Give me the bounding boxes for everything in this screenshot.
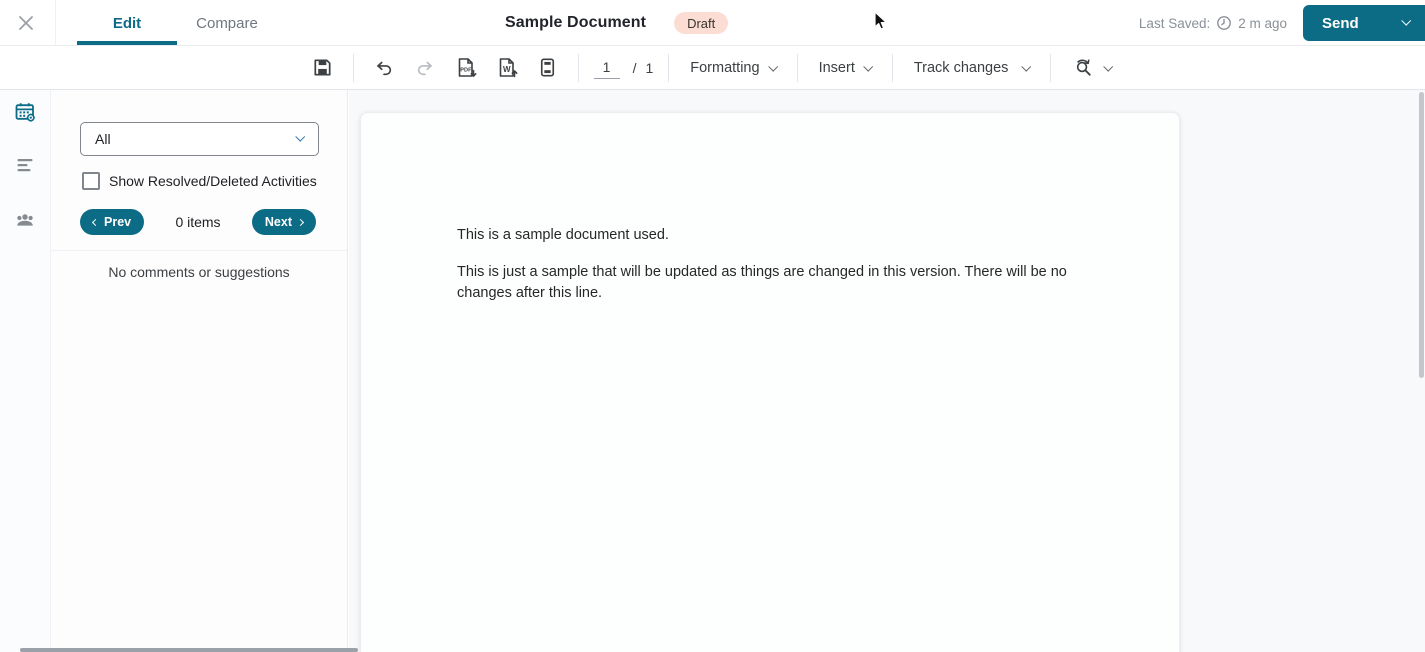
toolbar-separator xyxy=(1050,53,1052,82)
undo-icon xyxy=(376,61,391,75)
chevron-down-icon xyxy=(1401,15,1412,26)
undo-button[interactable] xyxy=(369,53,399,83)
empty-state-message: No comments or suggestions xyxy=(108,264,290,280)
show-resolved-label: Show Resolved/Deleted Activities xyxy=(109,173,317,189)
document-editor-app: Edit Compare Sample Document Draft Last … xyxy=(0,0,1425,652)
find-replace-icon xyxy=(1077,59,1092,76)
import-word-button[interactable]: W xyxy=(492,53,522,83)
activities-panel-button[interactable] xyxy=(13,100,37,124)
import-word-icon: W xyxy=(499,57,518,77)
export-pdf-button[interactable]: PDF xyxy=(451,53,481,83)
chevron-right-icon xyxy=(296,218,305,226)
document-canvas: This is a sample document used. This is … xyxy=(349,90,1425,652)
collaborators-panel-button[interactable] xyxy=(13,208,37,232)
svg-text:PDF: PDF xyxy=(460,67,472,73)
chevron-down-icon xyxy=(1103,61,1114,72)
toolbar-separator xyxy=(891,53,893,82)
chevron-left-icon xyxy=(91,218,100,226)
show-resolved-row: Show Resolved/Deleted Activities xyxy=(82,172,317,190)
document-paragraph: This is just a sample that will be updat… xyxy=(457,264,1067,301)
text-lines-icon xyxy=(17,159,33,172)
top-header: Edit Compare Sample Document Draft Last … xyxy=(0,0,1425,46)
page-divider: / xyxy=(632,59,637,76)
formatting-dropdown[interactable]: Formatting xyxy=(684,56,781,80)
track-changes-label: Track changes xyxy=(913,59,1009,76)
last-saved-label: Last Saved: xyxy=(1138,15,1211,31)
document-content: This is a sample document used. This is … xyxy=(361,113,1077,304)
toolbar-separator xyxy=(796,53,798,82)
activities-panel: All Show Resolved/Deleted Activities Pre… xyxy=(50,90,348,652)
page-count: /1 xyxy=(633,60,654,76)
find-replace-dropdown[interactable] xyxy=(1066,52,1117,83)
chevron-down-icon xyxy=(295,131,306,142)
close-icon xyxy=(19,16,33,30)
export-pdf-icon: PDF xyxy=(458,57,477,77)
header-divider xyxy=(55,0,56,46)
toolbar-separator xyxy=(352,53,354,82)
insert-label: Insert xyxy=(818,59,855,76)
vertical-scrollbar-thumb[interactable] xyxy=(1419,92,1424,378)
save-button[interactable] xyxy=(308,53,338,83)
items-count: 0 items xyxy=(175,214,221,230)
chevron-down-icon xyxy=(1021,61,1032,72)
redo-icon xyxy=(417,61,432,75)
activity-filter-value: All xyxy=(95,131,111,147)
send-button-label: Send xyxy=(1322,14,1359,32)
panel-divider xyxy=(51,250,347,251)
send-button[interactable]: Send xyxy=(1303,5,1425,41)
comments-panel-button[interactable] xyxy=(13,154,37,178)
last-saved-status: Last Saved: 2 m ago xyxy=(1139,0,1287,46)
tab-edit-label: Edit xyxy=(112,14,142,32)
chevron-down-icon xyxy=(767,61,778,72)
tab-compare[interactable]: Compare xyxy=(177,0,277,46)
page-total-value: 1 xyxy=(645,59,654,76)
next-button[interactable]: Next xyxy=(251,209,316,235)
page-view-button[interactable] xyxy=(533,53,563,83)
track-changes-dropdown[interactable]: Track changes xyxy=(908,56,1036,80)
redo-button[interactable] xyxy=(410,53,440,83)
show-resolved-checkbox[interactable] xyxy=(82,172,100,190)
tab-edit[interactable]: Edit xyxy=(77,0,177,46)
active-tab-indicator xyxy=(77,41,177,45)
page-title: Sample Document xyxy=(505,14,647,31)
next-button-label: Next xyxy=(264,215,292,229)
people-group-icon xyxy=(17,214,33,226)
status-badge: Draft xyxy=(674,12,729,34)
svg-text:W: W xyxy=(503,65,511,74)
last-saved-value: 2 m ago xyxy=(1238,15,1287,31)
page-number-input[interactable] xyxy=(593,56,620,79)
toolbar-separator xyxy=(577,53,579,82)
insert-dropdown[interactable]: Insert xyxy=(813,56,877,80)
page-view-icon xyxy=(541,58,555,77)
toolbar-separator xyxy=(668,53,670,82)
formatting-label: Formatting xyxy=(690,59,760,76)
activity-filter-select[interactable]: All xyxy=(80,122,319,156)
activity-settings-icon xyxy=(15,103,35,122)
editor-toolbar: PDF W /1 Formatting Insert Track changes xyxy=(0,46,1425,90)
prev-button[interactable]: Prev xyxy=(80,209,145,235)
save-icon xyxy=(314,59,331,76)
chevron-down-icon xyxy=(863,61,874,72)
clock-icon xyxy=(1217,16,1232,30)
prev-button-label: Prev xyxy=(104,215,132,229)
close-button[interactable] xyxy=(16,13,36,33)
title-group: Sample Document Draft xyxy=(505,0,729,46)
workspace: All Show Resolved/Deleted Activities Pre… xyxy=(0,90,1425,652)
document-page[interactable]: This is a sample document used. This is … xyxy=(360,112,1180,652)
activity-pagination: Prev 0 items Next xyxy=(80,209,316,235)
tab-compare-label: Compare xyxy=(196,14,258,32)
document-paragraph: This is a sample document used. xyxy=(457,227,669,243)
left-icon-rail xyxy=(0,90,50,652)
horizontal-scrollbar-thumb[interactable] xyxy=(20,648,358,652)
